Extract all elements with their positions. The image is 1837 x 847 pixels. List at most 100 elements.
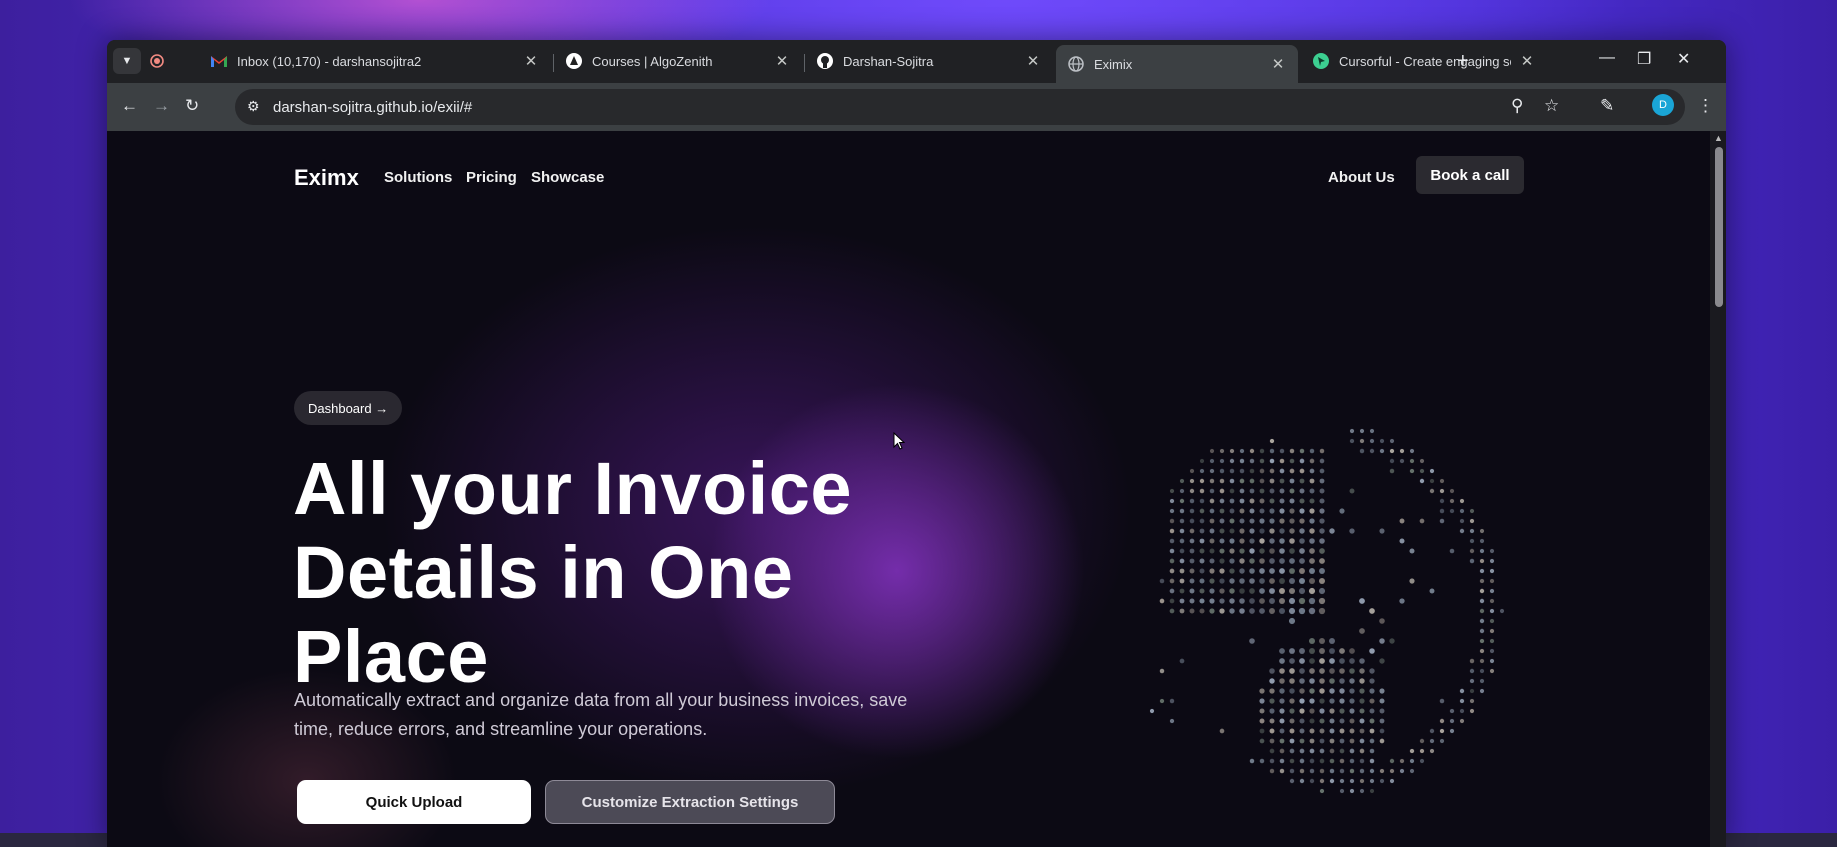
forward-arrow-icon[interactable]: → [153, 96, 170, 116]
globe-dot [1359, 738, 1365, 744]
globe-dot [1199, 468, 1205, 474]
globe-dot [1489, 618, 1495, 624]
close-icon[interactable]: ✕ [1519, 52, 1535, 70]
tab-algozenith[interactable]: Courses | AlgoZenith ✕ [554, 45, 802, 77]
close-icon[interactable]: ✕ [523, 52, 539, 70]
globe-dot [1199, 508, 1205, 514]
chevron-down-icon: ▼ [121, 55, 133, 67]
globe-dot [1279, 478, 1285, 484]
address-bar[interactable]: ⚙ darshan-sojitra.github.io/exii/# [235, 89, 1685, 125]
globe-dot [1469, 678, 1475, 684]
close-icon[interactable]: ✕ [1025, 52, 1041, 70]
globe-dot [1379, 438, 1385, 444]
recording-indicator[interactable] [143, 45, 171, 77]
globe-dot [1339, 768, 1345, 774]
book-call-button[interactable]: Book a call [1416, 156, 1524, 194]
globe-dot [1289, 488, 1295, 494]
menu-dots-icon[interactable]: ⋮ [1697, 96, 1714, 116]
globe-dot [1269, 688, 1275, 694]
tab-search-button[interactable]: ▼ [113, 48, 141, 74]
globe-dot [1229, 458, 1235, 464]
globe-dot [1199, 588, 1205, 594]
site-settings-icon[interactable]: ⚙ [247, 98, 260, 115]
globe-dot [1349, 748, 1355, 754]
reload-icon[interactable]: ↻ [185, 96, 199, 116]
globe-dot [1259, 498, 1265, 504]
tab-gmail[interactable]: Inbox (10,170) - darshansojitra2 ✕ [199, 45, 551, 77]
minimize-icon[interactable]: — [1599, 49, 1615, 67]
globe-dot [1289, 778, 1295, 784]
globe-dot [1279, 468, 1285, 474]
globe-dot [1249, 478, 1255, 484]
globe-dot [1479, 608, 1485, 614]
headline-line-2: Details in One [293, 531, 794, 614]
globe-dot [1169, 548, 1175, 554]
globe-dot [1489, 568, 1495, 574]
globe-dot [1259, 518, 1265, 524]
globe-dot [1259, 568, 1265, 574]
globe-dot [1279, 458, 1285, 464]
globe-dot [1288, 607, 1296, 615]
nav-solutions[interactable]: Solutions [384, 169, 452, 186]
globe-dot [1309, 698, 1315, 704]
close-icon[interactable]: ✕ [774, 52, 790, 70]
globe-dot [1489, 638, 1495, 644]
globe-dot [1349, 718, 1355, 724]
customize-extraction-button[interactable]: Customize Extraction Settings [545, 780, 835, 824]
globe-dot [1449, 548, 1455, 554]
globe-dot [1369, 738, 1375, 744]
globe-dot [1219, 558, 1225, 564]
scrollbar-thumb[interactable] [1715, 147, 1723, 307]
globe-dot [1339, 728, 1345, 734]
new-tab-button[interactable]: + [1457, 50, 1469, 73]
zoom-icon[interactable]: ⚲ [1511, 96, 1523, 116]
globe-dot [1439, 508, 1445, 514]
tab-cursorful[interactable]: Cursorful - Create engaging scr ✕ [1301, 45, 1547, 77]
globe-dot [1309, 678, 1315, 684]
scroll-up-icon[interactable]: ▲ [1714, 133, 1723, 143]
globe-dot [1319, 448, 1325, 454]
window-close-icon[interactable]: ✕ [1677, 49, 1690, 69]
globe-dot [1479, 658, 1485, 664]
nav-pricing[interactable]: Pricing [466, 169, 517, 186]
globe-dot [1479, 598, 1485, 604]
close-icon[interactable]: ✕ [1270, 55, 1286, 73]
quick-upload-button[interactable]: Quick Upload [297, 780, 531, 824]
globe-dot [1199, 578, 1205, 584]
globe-dot [1339, 678, 1345, 684]
globe-dot [1279, 508, 1285, 514]
globe-dot [1449, 498, 1455, 504]
back-arrow-icon[interactable]: ← [121, 96, 138, 116]
nav-about-us[interactable]: About Us [1328, 169, 1395, 186]
extensions-icon[interactable]: ✎ [1600, 96, 1614, 116]
globe-dot [1439, 718, 1445, 724]
globe-dot [1339, 648, 1345, 654]
globe-dot [1349, 678, 1355, 684]
globe-dot [1279, 748, 1285, 754]
globe-dot [1269, 748, 1275, 754]
site-logo[interactable]: Eximx [294, 165, 359, 191]
globe-dot [1189, 468, 1195, 474]
globe-dot [1179, 588, 1185, 594]
nav-showcase[interactable]: Showcase [531, 169, 604, 186]
globe-dot [1229, 528, 1235, 534]
globe-dot [1479, 628, 1485, 634]
tab-eximix[interactable]: Eximix ✕ [1056, 45, 1298, 83]
algozenith-icon [566, 53, 582, 69]
dashboard-pill-button[interactable]: Dashboard → [294, 391, 403, 425]
globe-dot [1298, 607, 1306, 615]
globe-dot [1319, 728, 1325, 734]
profile-avatar[interactable]: D [1652, 94, 1674, 116]
globe-dot [1259, 508, 1265, 514]
page-scrollbar[interactable]: ▲ [1710, 131, 1726, 847]
globe-dot [1329, 778, 1335, 784]
tab-github[interactable]: Darshan-Sojitra ✕ [805, 45, 1053, 77]
globe-dot [1288, 617, 1296, 625]
bookmark-star-icon[interactable]: ☆ [1544, 96, 1559, 116]
restore-icon[interactable]: ❐ [1637, 49, 1651, 69]
globe-dot [1329, 728, 1335, 734]
globe-dot [1449, 718, 1455, 724]
globe-dot [1259, 548, 1265, 554]
globe-dot [1359, 678, 1365, 684]
globe-dot [1299, 768, 1305, 774]
